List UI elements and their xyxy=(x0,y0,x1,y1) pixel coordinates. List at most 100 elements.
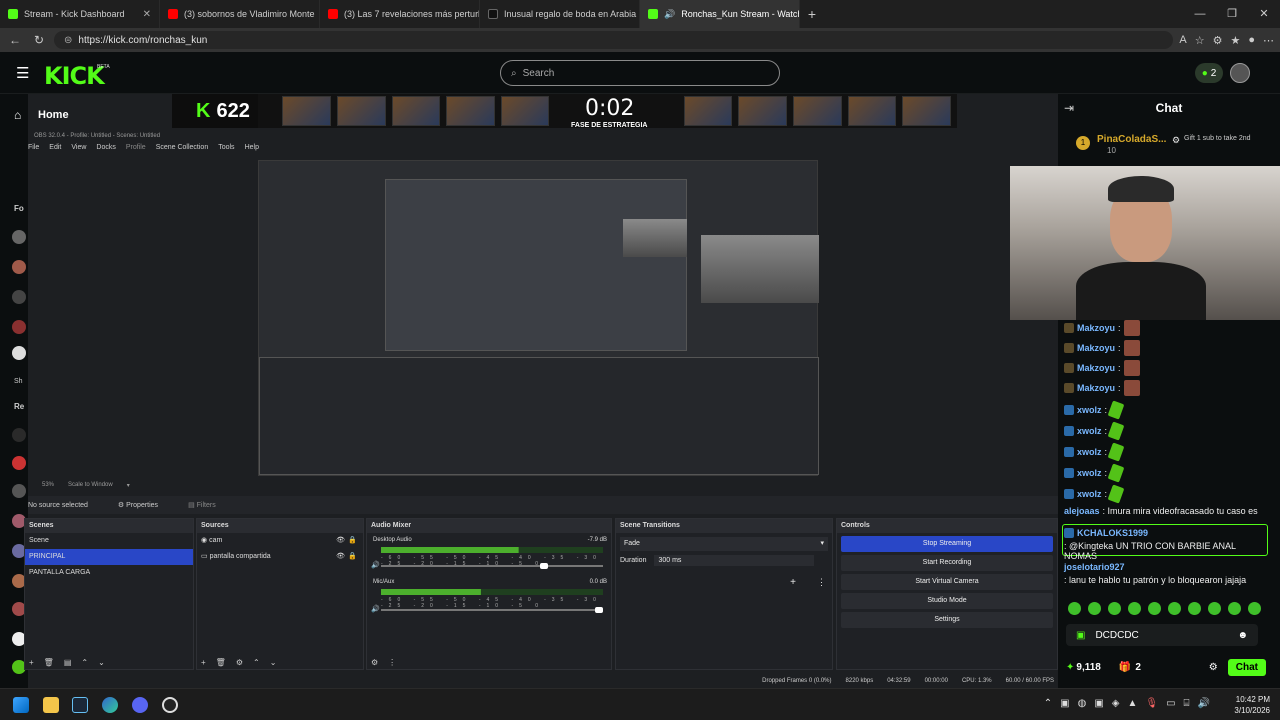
studio-mode-button[interactable]: Studio Mode xyxy=(841,593,1053,609)
chat-settings-icon[interactable]: ⚙ xyxy=(1209,662,1218,673)
gear-icon[interactable]: ⚙ xyxy=(236,658,243,667)
menu-scene-collection[interactable]: Scene Collection xyxy=(156,144,209,156)
channel-avatar[interactable] xyxy=(12,484,26,498)
emote-icon[interactable] xyxy=(1188,602,1201,615)
collapse-chat-icon[interactable]: ⇥ xyxy=(1064,101,1074,115)
down-icon[interactable]: ⌄ xyxy=(98,658,105,667)
emote-icon[interactable] xyxy=(1068,602,1081,615)
site-info-icon[interactable]: ⊜ xyxy=(64,35,72,46)
file-explorer-icon[interactable] xyxy=(43,697,59,713)
duration-input[interactable]: 300 ms xyxy=(654,555,815,566)
browser-tab[interactable]: Stream - Kick Dashboard ✕ xyxy=(0,0,160,28)
menu-profile[interactable]: Profile xyxy=(126,144,146,156)
close-icon[interactable]: ✕ xyxy=(143,9,151,20)
emote-icon[interactable] xyxy=(1088,602,1101,615)
scale-mode[interactable]: Scale to Window xyxy=(68,482,113,494)
settings-button[interactable]: Settings xyxy=(841,612,1053,628)
emote-icon[interactable] xyxy=(1228,602,1241,615)
scene-item[interactable]: Scene xyxy=(25,533,193,549)
browser-tab[interactable]: (3) sobornos de Vladimiro Monte✕ xyxy=(160,0,320,28)
add-icon[interactable]: + xyxy=(201,658,206,667)
scene-item-selected[interactable]: PRINCIPAL xyxy=(25,549,193,565)
start-virtual-camera-button[interactable]: Start Virtual Camera xyxy=(841,574,1053,590)
down-icon[interactable]: ⌄ xyxy=(270,658,277,667)
kick-logo[interactable]: KICK xyxy=(44,62,105,90)
channel-avatar[interactable] xyxy=(12,428,26,442)
gift-count[interactable]: 2 xyxy=(1135,662,1141,673)
display-icon[interactable]: ▭ xyxy=(1166,698,1175,709)
chat-input[interactable]: ▣ DCDCDC ☻ xyxy=(1066,624,1258,646)
obs-icon[interactable] xyxy=(162,697,178,713)
tray-app-icon[interactable]: ▣ xyxy=(1094,698,1103,709)
menu-file[interactable]: File xyxy=(28,144,39,156)
hamburger-menu-icon[interactable]: ☰ xyxy=(16,64,29,82)
trash-icon[interactable]: 🗑 xyxy=(216,658,226,667)
read-aloud-icon[interactable]: A xyxy=(1179,34,1186,47)
menu-view[interactable]: View xyxy=(71,144,86,156)
menu-docks[interactable]: Docks xyxy=(96,144,115,156)
source-item[interactable]: ▭ pantalla compartida 👁 🔒 xyxy=(197,549,363,565)
more-icon[interactable]: ⋮ xyxy=(817,577,826,588)
start-recording-button[interactable]: Start Recording xyxy=(841,555,1053,571)
speaker-icon[interactable]: 🔊 xyxy=(371,605,380,613)
close-window-icon[interactable]: ✕ xyxy=(1248,0,1280,28)
lock-icon[interactable]: 🔒 xyxy=(348,533,357,549)
speaker-icon[interactable]: 🔊 xyxy=(664,9,675,20)
favorites-list-icon[interactable]: ★ xyxy=(1230,34,1240,47)
tray-app-icon[interactable]: ▣ xyxy=(1060,698,1069,709)
tray-app-icon[interactable]: ◈ xyxy=(1112,698,1120,709)
transition-select[interactable]: Fade ▾ xyxy=(620,537,828,551)
network-icon[interactable]: ⌸ xyxy=(1184,698,1190,709)
browser-tab-active[interactable]: 🔊Ronchas_Kun Stream - Watch✕ xyxy=(640,0,800,28)
filter-icon[interactable]: ▤ xyxy=(64,658,72,667)
add-icon[interactable]: + xyxy=(790,577,796,588)
channel-avatar[interactable] xyxy=(12,230,26,244)
url-field[interactable]: ⊜ https://kick.com/ronchas_kun xyxy=(54,31,1174,49)
new-tab-button[interactable]: + xyxy=(800,6,824,22)
channel-avatar[interactable] xyxy=(12,456,26,470)
channel-avatar[interactable] xyxy=(12,290,26,304)
source-item[interactable]: ◉ cam 👁 🔒 xyxy=(197,533,363,549)
desktop-audio-slider-track[interactable] xyxy=(381,565,603,567)
channel-points[interactable]: 9,118 xyxy=(1076,662,1100,673)
menu-edit[interactable]: Edit xyxy=(49,144,61,156)
mic-slider-track[interactable] xyxy=(381,609,603,611)
volume-icon[interactable]: 🔊 xyxy=(1198,698,1210,709)
avatar[interactable] xyxy=(1230,63,1250,83)
search-input[interactable]: ⌕ Search xyxy=(500,60,780,86)
microphone-icon[interactable]: 🎙 xyxy=(1145,698,1158,709)
emote-icon[interactable] xyxy=(1148,602,1161,615)
menu-help[interactable]: Help xyxy=(245,144,259,156)
visibility-icon[interactable]: 👁 xyxy=(336,549,345,565)
desktop-volume-slider[interactable] xyxy=(539,563,548,569)
windows-start-icon[interactable] xyxy=(13,697,29,713)
browser-tab[interactable]: (3) Las 7 revelaciones más perturb✕ xyxy=(320,0,480,28)
more-icon[interactable]: ⋮ xyxy=(388,658,396,667)
home-icon[interactable]: ⌂ xyxy=(14,108,21,122)
filters-button[interactable]: ▤ Filters xyxy=(188,501,216,509)
send-chat-button[interactable]: Chat xyxy=(1227,658,1266,676)
up-icon[interactable]: ⌃ xyxy=(81,658,88,667)
menu-tools[interactable]: Tools xyxy=(218,144,234,156)
steam-tray-icon[interactable]: ◍ xyxy=(1078,698,1087,709)
sidebar-item-home[interactable]: Home xyxy=(38,109,69,121)
scene-item[interactable]: PANTALLA CARGA xyxy=(25,565,193,581)
edge-browser-icon[interactable] xyxy=(102,697,118,713)
zoom-level[interactable]: 53% xyxy=(42,482,54,494)
emote-icon[interactable] xyxy=(1168,602,1181,615)
visibility-icon[interactable]: 👁 xyxy=(336,533,345,549)
more-icon[interactable]: ⋯ xyxy=(1263,34,1274,47)
maximize-icon[interactable]: ❐ xyxy=(1216,0,1248,28)
emote-icon[interactable] xyxy=(1108,602,1121,615)
channel-avatar[interactable] xyxy=(12,346,26,360)
steam-icon[interactable] xyxy=(72,697,88,713)
minimize-icon[interactable]: — xyxy=(1184,0,1216,28)
favorite-icon[interactable]: ☆ xyxy=(1195,34,1205,47)
emote-picker-icon[interactable]: ▣ xyxy=(1076,630,1085,641)
kicks-badge[interactable]: ● 2 xyxy=(1195,63,1223,83)
speaker-icon[interactable]: 🔊 xyxy=(371,561,380,569)
system-clock[interactable]: 10:42 PM 3/10/2026 xyxy=(1234,694,1270,716)
extensions-icon[interactable]: ⚙ xyxy=(1213,34,1223,47)
discord-icon[interactable] xyxy=(132,697,148,713)
back-icon[interactable]: ← xyxy=(6,33,24,47)
